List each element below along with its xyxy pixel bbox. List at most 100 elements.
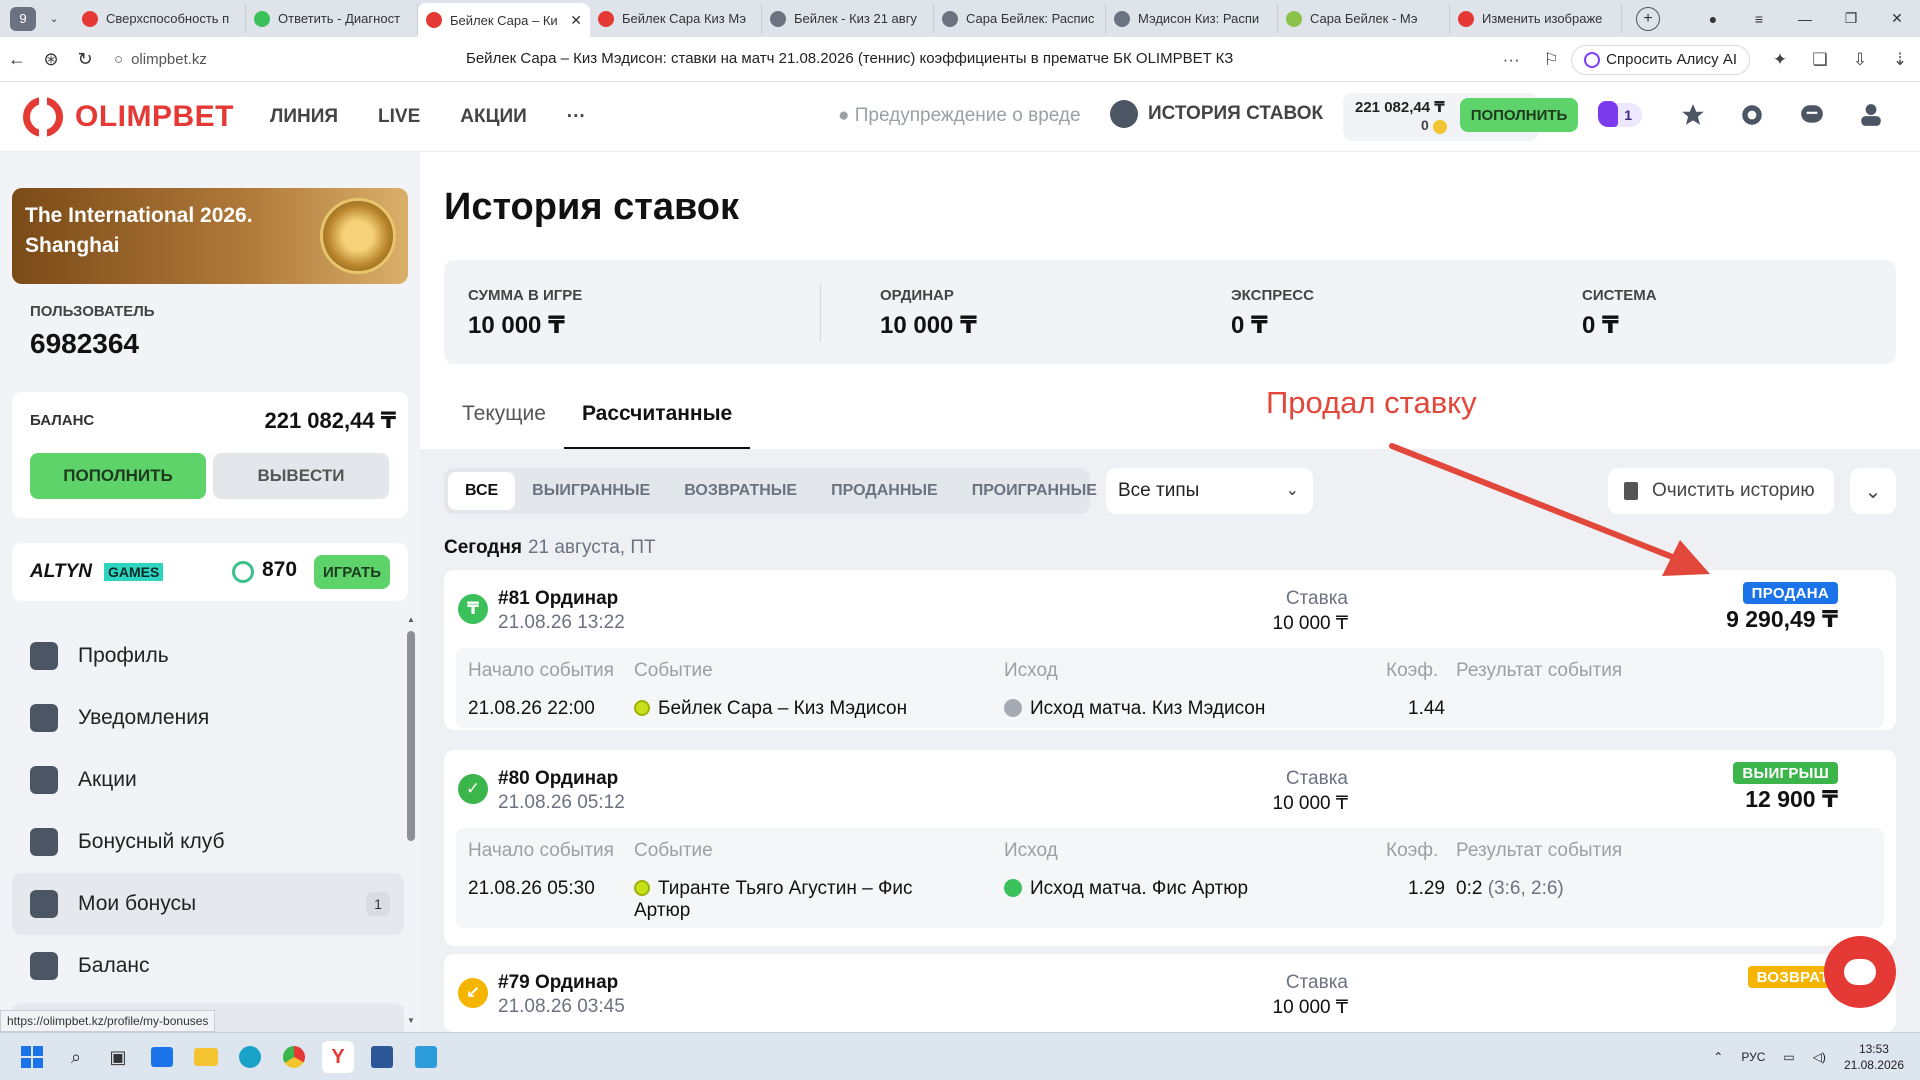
new-tab-button[interactable]: + (1636, 6, 1660, 31)
sidebar-item-club[interactable]: Бонусный клуб (12, 811, 412, 873)
browser-tab[interactable]: Ответить - Диагност (246, 3, 418, 34)
bet-card[interactable]: ↙ #79 Ординар 21.08.26 03:45 Ставка 10 000 ₸… (444, 954, 1896, 1032)
filter-option[interactable]: ВСЕ (448, 472, 516, 510)
withdraw-button[interactable]: ВЫВЕСТИ (213, 453, 389, 499)
play-button[interactable]: ИГРАТЬ (314, 555, 390, 589)
alice-button[interactable]: Спросить Алису AI (1571, 44, 1750, 75)
menu-icon[interactable]: ≡ (1736, 11, 1782, 27)
tab-count-badge[interactable]: 9 (10, 6, 36, 31)
logo-icon (23, 96, 63, 137)
favicon-icon (426, 12, 442, 28)
tab-current[interactable]: Текущие (444, 392, 564, 450)
browser-tab[interactable]: Бейлек - Киз 21 авгу (762, 3, 934, 34)
bookmark-icon[interactable]: ⚐ (1531, 50, 1571, 70)
word-icon[interactable] (366, 1041, 398, 1073)
search-icon[interactable]: ⌕ (60, 1041, 92, 1073)
sidebar-item-gift[interactable]: Акции (12, 749, 412, 811)
extensions-icon[interactable]: ✦ (1760, 50, 1800, 70)
filter-option[interactable]: ВОЗВРАТНЫЕ (667, 472, 814, 510)
chevron-down-icon: ⌄ (1285, 482, 1299, 499)
messages-icon[interactable] (1795, 98, 1829, 132)
browser-tab[interactable]: Изменить изображе (1450, 3, 1622, 34)
browser-tab[interactable]: Сверхспособность п (74, 3, 246, 34)
stat-value: 10 000 ₸ (880, 312, 977, 339)
gift-icon (30, 766, 58, 794)
topup-button[interactable]: ПОПОЛНИТЬ (30, 453, 206, 499)
favorites-star-icon[interactable] (1676, 98, 1710, 132)
scroll-up-icon[interactable]: ▲ (407, 615, 415, 624)
nav-line[interactable]: ЛИНИЯ (270, 106, 338, 128)
sidebar-item-user[interactable]: Профиль (12, 625, 412, 687)
browser-tab[interactable]: Мэдисон Киз: Распи (1106, 3, 1278, 34)
scrollbar-thumb[interactable] (407, 631, 415, 841)
level-badge[interactable]: 1 (1598, 101, 1642, 127)
sidebar-item-chat[interactable]: Уведомления (12, 687, 412, 749)
promo-banner[interactable]: The International 2026. Shanghai (12, 188, 408, 284)
windows-start-icon[interactable] (16, 1041, 48, 1073)
bet-card[interactable]: ✓ #80 Ординар 21.08.26 05:12 Ставка 10 000 ₸… (444, 750, 1896, 946)
back-icon[interactable]: ← (0, 49, 34, 70)
settings-gear-icon[interactable] (1735, 98, 1769, 132)
result-sets: (3:6, 2:6) (1487, 878, 1564, 899)
task-view-icon[interactable]: ▣ (102, 1041, 134, 1073)
account-icon[interactable] (1854, 98, 1888, 132)
explorer-icon[interactable] (190, 1041, 222, 1073)
event-name[interactable]: Бейлек Сара – Киз Мэдисон (634, 698, 974, 720)
url-field[interactable]: ○ olimpbet.kz (114, 44, 274, 74)
chevron-down-icon[interactable]: ⌄ (42, 12, 66, 25)
minimize-button[interactable]: — (1782, 11, 1828, 27)
history-tabs: Текущие Рассчитанные (444, 392, 751, 450)
restore-button[interactable]: ❐ (1828, 10, 1874, 27)
input-language[interactable]: РУС (1741, 1050, 1765, 1064)
filter-option[interactable]: ПРОИГРАННЫЕ (955, 472, 1114, 510)
bet-date: 21.08.26 13:22 (498, 612, 625, 633)
wallet-icon (30, 952, 58, 980)
bet-history-link[interactable]: ИСТОРИЯ СТАВОК (1110, 100, 1323, 128)
sidebar-item-label: Уведомления (78, 706, 210, 729)
nav-live[interactable]: LIVE (378, 106, 420, 128)
sidebar-item-wallet[interactable]: Баланс (12, 935, 412, 997)
event-name[interactable]: Тиранте Тьяго Агустин – Фис Артюр (634, 878, 974, 922)
clock[interactable]: 13:53 21.08.2026 (1844, 1041, 1904, 1073)
paint-icon[interactable] (410, 1041, 442, 1073)
close-window-button[interactable]: ✕ (1874, 10, 1920, 27)
shield-icon[interactable]: ⊛ (34, 49, 68, 70)
more-icon[interactable]: ··· (1491, 50, 1531, 70)
favicon-icon (1114, 10, 1130, 27)
brand-logo[interactable]: OLIMPBET (23, 96, 234, 137)
harm-warning-link[interactable]: ● Предупреждение о вреде (838, 105, 1081, 127)
close-tab-icon[interactable]: ✕ (570, 12, 582, 29)
volume-icon[interactable]: ◁) (1813, 1050, 1826, 1064)
filter-option[interactable]: ВЫИГРАННЫЕ (515, 472, 667, 510)
downloads-icon[interactable]: ⇩ (1840, 50, 1880, 70)
network-icon[interactable]: ▭ (1783, 1050, 1794, 1064)
header-topup-button[interactable]: ПОПОЛНИТЬ (1460, 98, 1578, 132)
support-chat-button[interactable] (1824, 936, 1896, 1008)
chrome-icon[interactable] (278, 1041, 310, 1073)
nav-more[interactable]: ··· (567, 106, 586, 128)
sidebar-icon[interactable]: ⇣ (1880, 50, 1920, 70)
yandex-browser-icon[interactable]: Y (322, 1041, 354, 1073)
browser-tab[interactable]: Сара Бейлек - Мэ (1278, 3, 1450, 34)
types-select[interactable]: Все типы ⌄ (1106, 468, 1313, 514)
profile-icon[interactable]: ● (1690, 11, 1736, 27)
browser-tab[interactable]: Бейлек Сара Киз Мэ (590, 3, 762, 34)
browser-tab[interactable]: Сара Бейлек: Распис (934, 3, 1106, 34)
brand-name: OLIMPBET (75, 99, 234, 133)
sidebar-scrollbar[interactable]: ▲ ▼ (406, 615, 416, 1025)
reload-icon[interactable]: ↻ (68, 49, 102, 70)
edge-icon[interactable] (234, 1041, 266, 1073)
browser-tab[interactable]: Бейлек Сара – Ки ✕ (418, 3, 590, 37)
tab-settled[interactable]: Рассчитанные (563, 392, 751, 450)
bet-card[interactable]: ₸ #81 Ординар 21.08.26 13:22 Ставка 10 000 ₸… (444, 570, 1896, 730)
scroll-down-icon[interactable]: ▼ (407, 1016, 415, 1025)
store-icon[interactable] (146, 1041, 178, 1073)
star-icon (30, 890, 58, 918)
collapse-all-button[interactable]: ⌄ (1850, 468, 1896, 514)
sidebar-item-star[interactable]: Мои бонусы 1 (12, 873, 404, 935)
nav-promotions[interactable]: АКЦИИ (460, 106, 527, 128)
tray-chevron-icon[interactable]: ⌃ (1713, 1050, 1723, 1064)
filter-option[interactable]: ПРОДАННЫЕ (814, 472, 955, 510)
collections-icon[interactable]: ❏ (1800, 50, 1840, 70)
bet-status-icon: ✓ (458, 774, 488, 804)
